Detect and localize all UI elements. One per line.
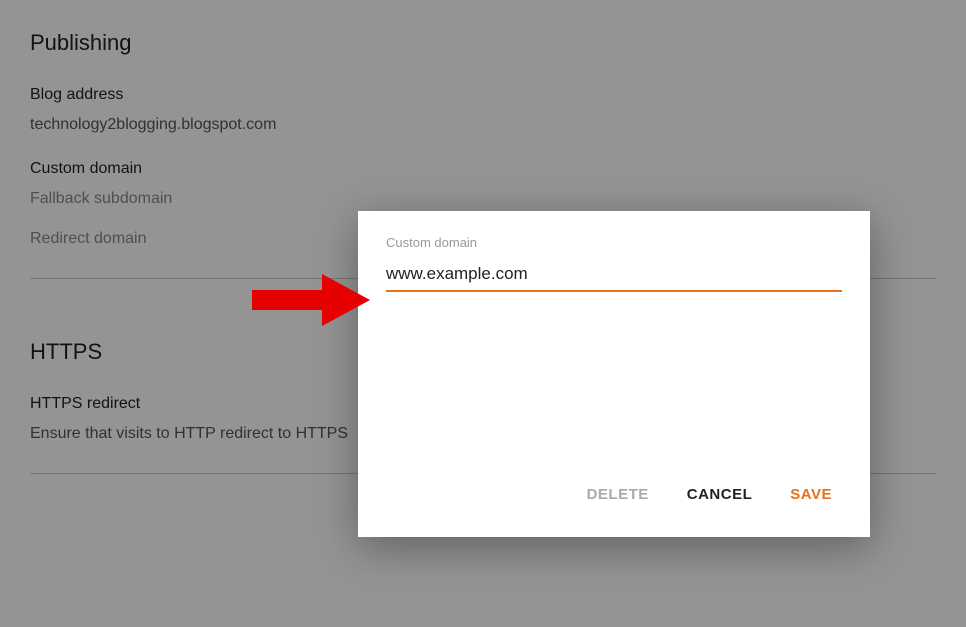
- custom-domain-field-label: Custom domain: [386, 235, 842, 250]
- dialog-button-row: DELETE CANCEL SAVE: [386, 478, 842, 519]
- custom-domain-dialog: Custom domain DELETE CANCEL SAVE: [358, 211, 870, 537]
- cancel-button[interactable]: CANCEL: [683, 478, 757, 511]
- save-button[interactable]: SAVE: [786, 478, 836, 511]
- custom-domain-input[interactable]: [386, 260, 842, 292]
- delete-button[interactable]: DELETE: [583, 478, 653, 511]
